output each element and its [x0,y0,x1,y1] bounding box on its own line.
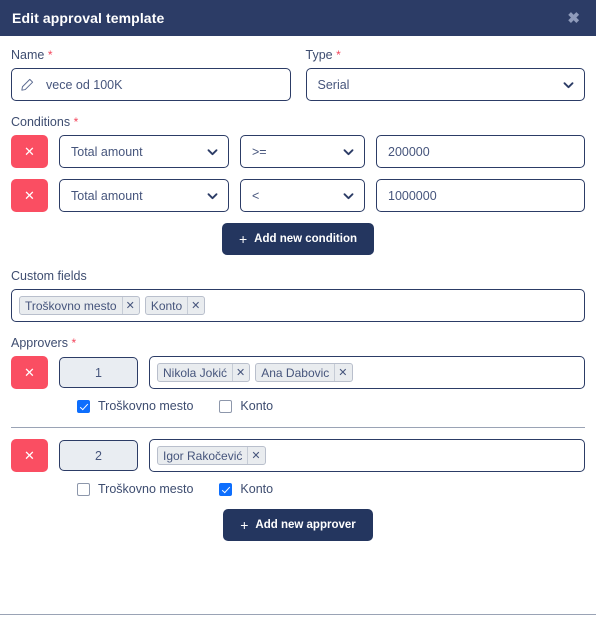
checkbox-troskovno-mesto[interactable]: Troškovno mesto [77,399,193,413]
add-new-condition-label: Add new condition [254,233,358,245]
condition-operator-select[interactable]: < [240,179,365,212]
approver-divider [11,427,585,428]
approver-row: ✕ 1 Nikola Jokić ✕ Ana Dabovic ✕ Troškov… [11,356,585,415]
type-select[interactable]: Serial [305,68,585,101]
condition-field-select[interactable]: Total amount [59,179,229,212]
checkbox-label: Konto [240,482,274,496]
delete-condition-button[interactable]: ✕ [11,135,48,168]
conditions-section: Conditions * ✕ Total amount >= 200000 ✕ … [11,115,585,255]
close-icon[interactable]: ✖ [565,9,582,28]
type-select-wrap: Serial [305,68,585,101]
page-title: Edit approval template [12,10,165,26]
approver-delete-wrap: ✕ [11,356,48,389]
condition-value-input[interactable]: 200000 [376,135,585,168]
required-asterisk: * [336,48,341,62]
delete-approver-button[interactable]: ✕ [11,356,48,389]
tag-item[interactable]: Konto ✕ [144,296,206,315]
tag-item[interactable]: Troškovno mesto ✕ [19,296,140,315]
condition-value-text: 200000 [388,144,430,159]
condition-field-value: Total amount [71,144,143,159]
tag-label: Nikola Jokić [163,365,228,380]
checkbox-troskovno-mesto[interactable]: Troškovno mesto [77,482,193,496]
condition-field-wrap: Total amount [59,135,229,168]
checkbox-konto[interactable]: Konto [219,482,273,496]
required-asterisk: * [47,48,53,62]
condition-operator-value: >= [252,144,267,159]
checkbox-icon[interactable] [77,399,90,413]
approver-delete-wrap: ✕ [11,439,48,472]
condition-operator-wrap: < [240,179,365,212]
edit-approval-template-modal: Edit approval template ✖ Name * vece od … [0,0,596,619]
condition-value-text: 1000000 [388,188,437,203]
condition-operator-wrap: >= [240,135,365,168]
custom-fields-tag-input[interactable]: Troškovno mesto ✕ Konto ✕ [11,289,585,322]
tag-remove-icon[interactable]: ✕ [187,297,204,314]
tag-label: Igor Rakočević [163,448,243,463]
plus-icon: + [238,231,248,247]
tag-item[interactable]: Ana Dabovic ✕ [255,363,353,382]
condition-field-select[interactable]: Total amount [59,135,229,168]
approver-main: ✕ 1 Nikola Jokić ✕ Ana Dabovic ✕ [11,356,585,389]
approver-order-input[interactable]: 1 [59,357,138,388]
approver-checkbox-group: Troškovno mesto Konto [59,482,585,496]
checkbox-icon[interactable] [77,482,90,496]
approver-checkbox-group: Troškovno mesto Konto [59,399,585,413]
tag-remove-icon[interactable]: ✕ [121,297,139,314]
tag-remove-icon[interactable]: ✕ [232,364,249,381]
plus-icon: + [240,517,249,533]
pencil-icon [21,78,34,91]
required-asterisk: * [71,336,77,350]
tag-label: Troškovno mesto [25,298,117,313]
condition-field-wrap: Total amount [59,179,229,212]
type-field-group: Type * Serial [305,48,585,101]
required-asterisk: * [73,115,79,129]
checkbox-label: Troškovno mesto [98,482,194,496]
name-input-value: vece od 100K [46,77,123,92]
approvers-section: Approvers * ✕ 1 Nikola Jokić ✕ Ana Dabov [11,336,585,541]
add-new-condition-button[interactable]: + Add new condition [221,223,375,255]
approver-people-tag-input[interactable]: Igor Rakočević ✕ [149,439,585,472]
checkbox-label: Konto [240,399,274,413]
modal-header: Edit approval template ✖ [0,0,596,36]
tag-item[interactable]: Nikola Jokić ✕ [157,363,251,382]
add-condition-row: + Add new condition [11,223,585,255]
condition-value-input[interactable]: 1000000 [376,179,585,212]
condition-operator-value: < [252,188,260,203]
tag-label: Konto [150,298,183,313]
approvers-label: Approvers * [11,336,77,350]
tag-remove-icon[interactable]: ✕ [334,364,351,381]
type-label: Type * [305,48,341,62]
delete-condition-button[interactable]: ✕ [11,179,48,212]
custom-fields-section: Custom fields Troškovno mesto ✕ Konto ✕ [11,269,585,322]
add-approver-row: + Add new approver [11,509,585,541]
name-field-group: Name * vece od 100K [11,48,291,101]
tag-remove-icon[interactable]: ✕ [247,447,264,464]
delete-approver-button[interactable]: ✕ [11,439,48,472]
add-new-approver-button[interactable]: + Add new approver [223,509,373,541]
approver-order-input[interactable]: 2 [59,440,138,471]
approver-main: ✕ 2 Igor Rakočević ✕ [11,439,585,472]
name-label: Name * [11,48,53,62]
tag-item[interactable]: Igor Rakočević ✕ [157,446,266,465]
checkbox-icon[interactable] [219,482,233,496]
name-type-row: Name * vece od 100K Type * Serial [11,48,585,101]
condition-row: ✕ Total amount >= 200000 [11,135,585,168]
tag-label: Ana Dabovic [261,365,330,380]
checkbox-konto[interactable]: Konto [219,399,273,413]
type-select-value: Serial [317,77,350,92]
add-new-approver-label: Add new approver [255,519,356,531]
custom-fields-label: Custom fields [11,269,87,283]
approver-people-tag-input[interactable]: Nikola Jokić ✕ Ana Dabovic ✕ [149,356,585,389]
condition-operator-select[interactable]: >= [240,135,365,168]
conditions-label: Conditions * [11,115,79,129]
modal-bottom-divider [0,614,596,615]
checkbox-label: Troškovno mesto [98,399,194,413]
modal-body: Name * vece od 100K Type * Serial Condit… [0,36,596,619]
condition-row: ✕ Total amount < 1000000 [11,179,585,212]
approver-row: ✕ 2 Igor Rakočević ✕ Troškovno mesto Kon… [11,439,585,498]
name-input[interactable]: vece od 100K [11,68,291,101]
checkbox-icon[interactable] [219,399,233,413]
condition-field-value: Total amount [71,188,143,203]
